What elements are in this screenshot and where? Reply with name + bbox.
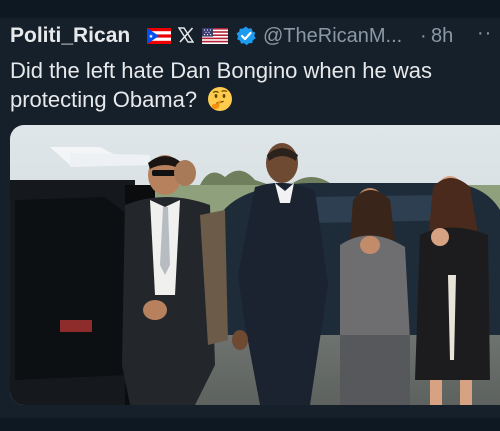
x-logo-icon (178, 27, 194, 43)
top-bar (0, 0, 500, 18)
tweet-photo[interactable] (10, 125, 500, 405)
timestamp[interactable]: 8h (431, 25, 453, 48)
verified-badge-icon (236, 26, 256, 46)
tweet-text: Did the left hate Dan Bongino when he wa… (10, 56, 490, 114)
tweet-header: Politi_Rican @TheRicanM... · 8h ·· (0, 20, 500, 50)
more-options-icon[interactable]: ·· (477, 22, 492, 45)
separator-dot: · (420, 25, 427, 47)
us-flag-icon (202, 28, 228, 44)
puerto-rico-flag-icon (147, 28, 171, 44)
bottom-bar (0, 418, 500, 431)
user-handle[interactable]: @TheRicanM... (263, 25, 402, 48)
display-name[interactable]: Politi_Rican (10, 24, 130, 48)
thinking-face-emoji-icon (208, 87, 233, 111)
